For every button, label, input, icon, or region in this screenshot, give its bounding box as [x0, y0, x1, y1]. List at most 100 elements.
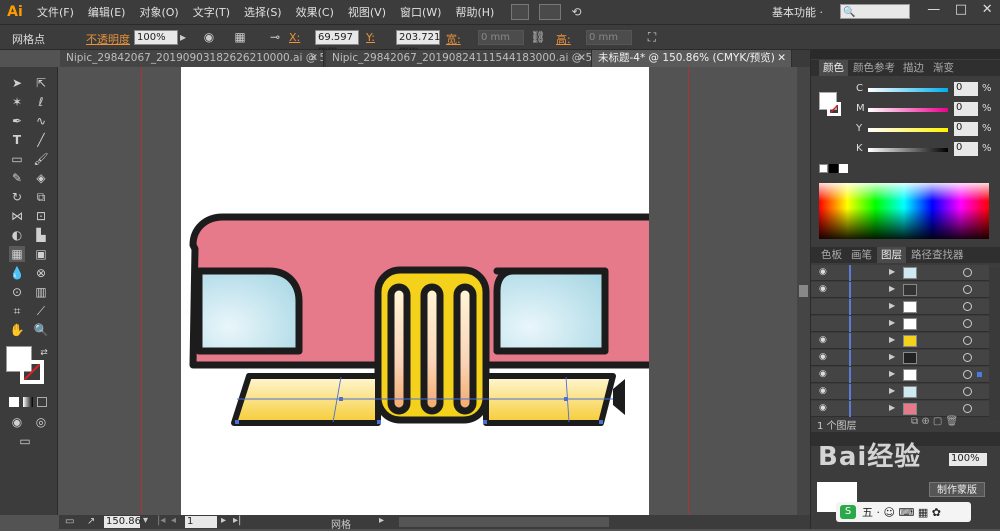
layer-row[interactable]: ◉ ▶ — [811, 401, 989, 417]
curvature-tool-icon[interactable]: ∿ — [33, 113, 49, 129]
layer-row[interactable]: ▶ — [811, 299, 989, 315]
panel-dock-header[interactable] — [811, 50, 1000, 59]
slider-track[interactable] — [868, 128, 948, 132]
none-mode-icon[interactable] — [37, 397, 47, 407]
free-transform-tool-icon[interactable]: ⊡ — [33, 208, 49, 224]
ime-toolbar[interactable]: S 五 · ☺ ⌨ ▦ ✿ — [836, 502, 971, 522]
color-stroke-swatch[interactable] — [827, 102, 841, 116]
selection-tool-icon[interactable]: ➤ — [9, 75, 25, 91]
tab-document-1[interactable]: Nipic_29842067_20190903182626210000.ai @… — [60, 50, 324, 67]
opacity-label[interactable]: 不透明度 — [86, 31, 130, 47]
tab-gradient[interactable]: 渐变 — [929, 60, 958, 76]
status-menu-icon[interactable]: ▸ — [379, 515, 384, 526]
opacity-dropdown-icon[interactable]: ▸ — [178, 30, 188, 45]
close-icon[interactable]: ✕ — [309, 50, 318, 67]
menu-file[interactable]: 文件(F) — [30, 4, 81, 20]
visibility-eye-icon[interactable]: ◉ — [819, 404, 831, 413]
first-page-icon[interactable]: |◂ — [157, 515, 165, 526]
expand-arrow-icon[interactable]: ▶ — [889, 284, 895, 293]
slider-magenta[interactable]: M 0 % — [856, 102, 1000, 116]
menu-help[interactable]: 帮助(H) — [448, 4, 501, 20]
menu-type[interactable]: 文字(T) — [186, 4, 237, 20]
bus-illustration[interactable] — [181, 67, 673, 515]
close-icon[interactable]: ✕ — [777, 50, 786, 67]
arrange-documents-icon[interactable] — [539, 4, 562, 20]
expand-arrow-icon[interactable]: ▶ — [889, 301, 895, 310]
rotate-tool-icon[interactable]: ↻ — [9, 189, 25, 205]
y-label[interactable]: Y: — [366, 31, 375, 44]
close-icon[interactable]: ✕ — [577, 50, 586, 67]
tab-layers[interactable]: 图层 — [877, 247, 906, 263]
prev-page-icon[interactable]: ◂ — [171, 515, 176, 526]
eraser-tool-icon[interactable]: ◈ — [33, 170, 49, 186]
expand-arrow-icon[interactable]: ▶ — [889, 352, 895, 361]
lasso-tool-icon[interactable]: ℓ — [33, 94, 49, 110]
layer-row[interactable]: ◉ ▶ — [811, 350, 989, 366]
line-tool-icon[interactable]: ╱ — [33, 132, 49, 148]
menu-view[interactable]: 视图(V) — [341, 4, 393, 20]
expand-arrow-icon[interactable]: ▶ — [889, 386, 895, 395]
maximize-button[interactable]: □ — [955, 2, 967, 22]
width-tool-icon[interactable]: ⋈ — [9, 208, 25, 224]
slider-track[interactable] — [868, 108, 948, 112]
target-circle-icon[interactable] — [963, 387, 972, 396]
layer-row[interactable]: ◉ ▶ — [811, 282, 989, 298]
screen-mode-icon[interactable]: ▭ — [17, 433, 33, 449]
expand-arrow-icon[interactable]: ▶ — [889, 403, 895, 412]
transform-icon[interactable]: ⛶ — [644, 30, 660, 45]
slider-yellow[interactable]: Y 0 % — [856, 122, 1000, 136]
workspace-switcher[interactable]: 基本功能 · — [772, 4, 823, 20]
type-tool-icon[interactable]: T — [9, 132, 25, 148]
pen-tool-icon[interactable]: ✒ — [9, 113, 25, 129]
target-circle-icon[interactable] — [963, 404, 972, 413]
gradient-tool-icon[interactable]: ▣ — [33, 246, 49, 262]
x-label[interactable]: X: — [289, 31, 300, 44]
tab-color[interactable]: 颜色 — [819, 60, 848, 76]
vertical-scrollbar[interactable] — [797, 67, 810, 515]
next-page-icon[interactable]: ▸ — [221, 515, 226, 526]
slider-value[interactable]: 0 — [954, 142, 978, 156]
tab-brushes[interactable]: 画笔 — [847, 247, 876, 263]
layer-actions-icon[interactable]: ⧉ ⊕ ▢ 🗑 — [911, 416, 958, 427]
visibility-eye-icon[interactable]: ◉ — [819, 336, 831, 345]
visibility-eye-icon[interactable]: ◉ — [819, 387, 831, 396]
layer-row[interactable]: ◉ ▶ — [811, 367, 989, 383]
direct-selection-tool-icon[interactable]: ⇱ — [33, 75, 49, 91]
menu-select[interactable]: 选择(S) — [237, 4, 289, 20]
none-swatch[interactable] — [819, 164, 828, 173]
magic-wand-tool-icon[interactable]: ✶ — [9, 94, 25, 110]
quick-swatches[interactable] — [819, 164, 848, 174]
stroke-swatch[interactable] — [20, 360, 44, 384]
layer-row[interactable]: ◉ ▶ — [811, 384, 989, 400]
anchor-convert-icon[interactable]: ⊸ — [267, 30, 283, 45]
horizontal-scrollbar[interactable] — [399, 517, 609, 527]
expand-arrow-icon[interactable]: ▶ — [889, 369, 895, 378]
layer-row[interactable]: ◉ ▶ — [811, 333, 989, 349]
mesh-tool-icon[interactable]: ▦ — [9, 246, 25, 262]
tab-document-2[interactable]: Nipic_29842067_20190824111544183000.ai @… — [326, 50, 592, 67]
target-circle-icon[interactable] — [963, 302, 972, 311]
artboard[interactable] — [181, 67, 673, 515]
expand-arrow-icon[interactable]: ▶ — [889, 335, 895, 344]
tab-color-guide[interactable]: 颜色参考 — [849, 60, 899, 76]
recolor-icon[interactable]: ◉ — [201, 30, 217, 45]
menu-effect[interactable]: 效果(C) — [289, 4, 341, 20]
canvas-area[interactable] — [59, 67, 797, 515]
zoom-menu-icon[interactable]: ▭ — [65, 516, 74, 527]
layers-scrollbar[interactable] — [989, 268, 1000, 420]
visibility-eye-icon[interactable]: ◉ — [819, 370, 831, 379]
menu-window[interactable]: 窗口(W) — [393, 4, 448, 20]
search-input[interactable]: 🔍 — [840, 4, 910, 19]
menu-object[interactable]: 对象(O) — [132, 4, 185, 20]
height-input[interactable]: 0 mm — [586, 30, 632, 45]
perspective-grid-tool-icon[interactable]: ▙ — [33, 227, 49, 243]
tab-pathfinder[interactable]: 路径查找器 — [907, 247, 968, 263]
target-circle-icon[interactable] — [963, 336, 972, 345]
share-icon[interactable]: ↗ — [87, 516, 95, 527]
reference-point-icon[interactable]: ▦ — [232, 30, 248, 45]
tab-document-active[interactable]: 未标题-4* @ 150.86% (CMYK/预览) ✕ — [592, 50, 792, 67]
transparency-opacity-input[interactable]: 100% — [949, 453, 987, 466]
target-circle-icon[interactable] — [963, 370, 972, 379]
zoom-dropdown-icon[interactable]: ▾ — [143, 515, 148, 526]
visibility-eye-icon[interactable]: ◉ — [819, 285, 831, 294]
